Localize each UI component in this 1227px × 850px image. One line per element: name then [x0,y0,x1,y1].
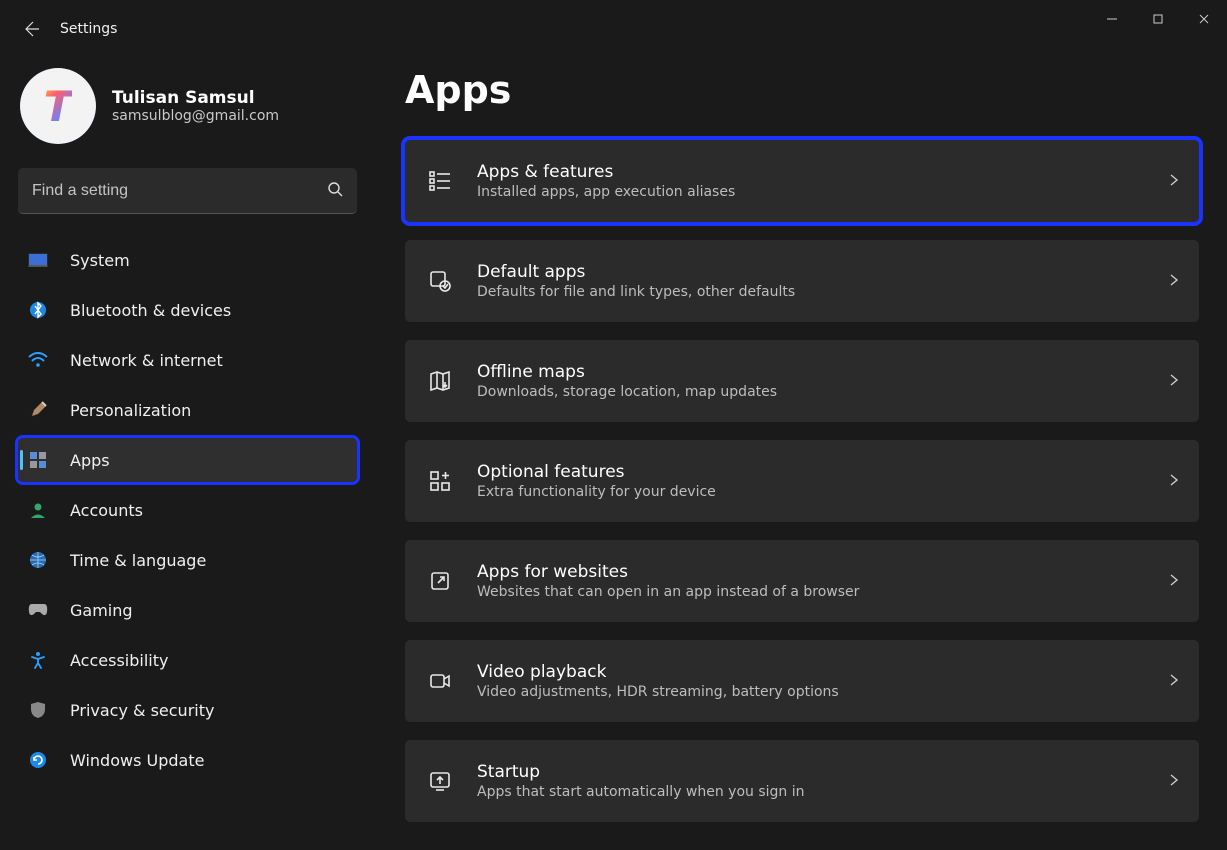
window-controls [1089,0,1227,38]
card-optional-features[interactable]: Optional features Extra functionality fo… [405,440,1199,522]
sidebar-item-label: Personalization [70,401,191,420]
card-title: Startup [477,762,1143,782]
card-title: Default apps [477,262,1143,282]
card-desc: Video adjustments, HDR streaming, batter… [477,684,1143,700]
card-desc: Extra functionality for your device [477,484,1143,500]
sidebar-item-label: Gaming [70,601,133,620]
card-desc: Installed apps, app execution aliases [477,184,1143,200]
chevron-right-icon [1167,172,1181,191]
sidebar-item-network[interactable]: Network & internet [18,338,357,382]
sidebar-item-bluetooth[interactable]: Bluetooth & devices [18,288,357,332]
chevron-right-icon [1167,372,1181,391]
sidebar-item-time-language[interactable]: Time & language [18,538,357,582]
card-startup[interactable]: Startup Apps that start automatically wh… [405,740,1199,822]
minimize-button[interactable] [1089,0,1135,38]
user-email: samsulblog@gmail.com [112,108,279,124]
maximize-button[interactable] [1135,0,1181,38]
close-button[interactable] [1181,0,1227,38]
sidebar-item-personalization[interactable]: Personalization [18,388,357,432]
chevron-right-icon [1167,272,1181,291]
sidebar-item-label: Network & internet [70,351,223,370]
window-title: Settings [60,21,117,37]
user-text: Tulisan Samsul samsulblog@gmail.com [112,88,279,124]
card-title: Offline maps [477,362,1143,382]
sidebar-item-apps[interactable]: Apps [18,438,357,482]
search-input[interactable] [18,168,357,214]
settings-cards: Apps & features Installed apps, app exec… [405,140,1199,822]
main: Apps Apps & features Installed apps, app… [375,58,1227,850]
card-apps-websites[interactable]: Apps for websites Websites that can open… [405,540,1199,622]
apps-icon [28,450,48,470]
default-icon [427,268,453,294]
globe-icon [28,550,48,570]
sidebar-item-windows-update[interactable]: Windows Update [18,738,357,782]
sidebar-item-accounts[interactable]: Accounts [18,488,357,532]
back-button[interactable] [20,18,42,40]
wifi-icon [28,350,48,370]
card-title: Optional features [477,462,1143,482]
card-apps-features[interactable]: Apps & features Installed apps, app exec… [405,140,1199,222]
sidebar-item-label: Time & language [70,551,206,570]
chevron-right-icon [1167,772,1181,791]
card-desc: Apps that start automatically when you s… [477,784,1143,800]
sidebar-item-system[interactable]: System [18,238,357,282]
system-icon [28,250,48,270]
nav-list: System Bluetooth & devices Network & int… [18,238,357,782]
paintbrush-icon [28,400,48,420]
sidebar-item-privacy[interactable]: Privacy & security [18,688,357,732]
sidebar-item-gaming[interactable]: Gaming [18,588,357,632]
sidebar: T Tulisan Samsul samsulblog@gmail.com Sy… [0,58,375,850]
map-icon [427,368,453,394]
sidebar-item-label: System [70,251,130,270]
card-default-apps[interactable]: Default apps Defaults for file and link … [405,240,1199,322]
bluetooth-icon [28,300,48,320]
search-icon[interactable] [327,181,343,201]
topbar: Settings [0,0,1227,58]
sidebar-item-label: Windows Update [70,751,204,770]
sidebar-item-label: Privacy & security [70,701,214,720]
list-icon [427,168,453,194]
sidebar-item-accessibility[interactable]: Accessibility [18,638,357,682]
startup-icon [427,768,453,794]
card-desc: Downloads, storage location, map updates [477,384,1143,400]
avatar: T [20,68,96,144]
gamepad-icon [28,600,48,620]
search [18,168,357,214]
person-icon [28,500,48,520]
card-video-playback[interactable]: Video playback Video adjustments, HDR st… [405,640,1199,722]
card-desc: Defaults for file and link types, other … [477,284,1143,300]
sidebar-item-label: Accessibility [70,651,168,670]
open-external-icon [427,568,453,594]
avatar-letter: T [44,82,73,131]
page-title: Apps [405,68,1199,112]
card-offline-maps[interactable]: Offline maps Downloads, storage location… [405,340,1199,422]
chevron-right-icon [1167,672,1181,691]
accessibility-icon [28,650,48,670]
chevron-right-icon [1167,572,1181,591]
sidebar-item-label: Bluetooth & devices [70,301,231,320]
user-block[interactable]: T Tulisan Samsul samsulblog@gmail.com [18,68,357,144]
card-title: Apps & features [477,162,1143,182]
user-name: Tulisan Samsul [112,88,279,108]
card-desc: Websites that can open in an app instead… [477,584,1143,600]
video-icon [427,668,453,694]
card-title: Video playback [477,662,1143,682]
sidebar-item-label: Apps [70,451,110,470]
card-title: Apps for websites [477,562,1143,582]
plus-grid-icon [427,468,453,494]
shield-icon [28,700,48,720]
chevron-right-icon [1167,472,1181,491]
sidebar-item-label: Accounts [70,501,143,520]
update-icon [28,750,48,770]
